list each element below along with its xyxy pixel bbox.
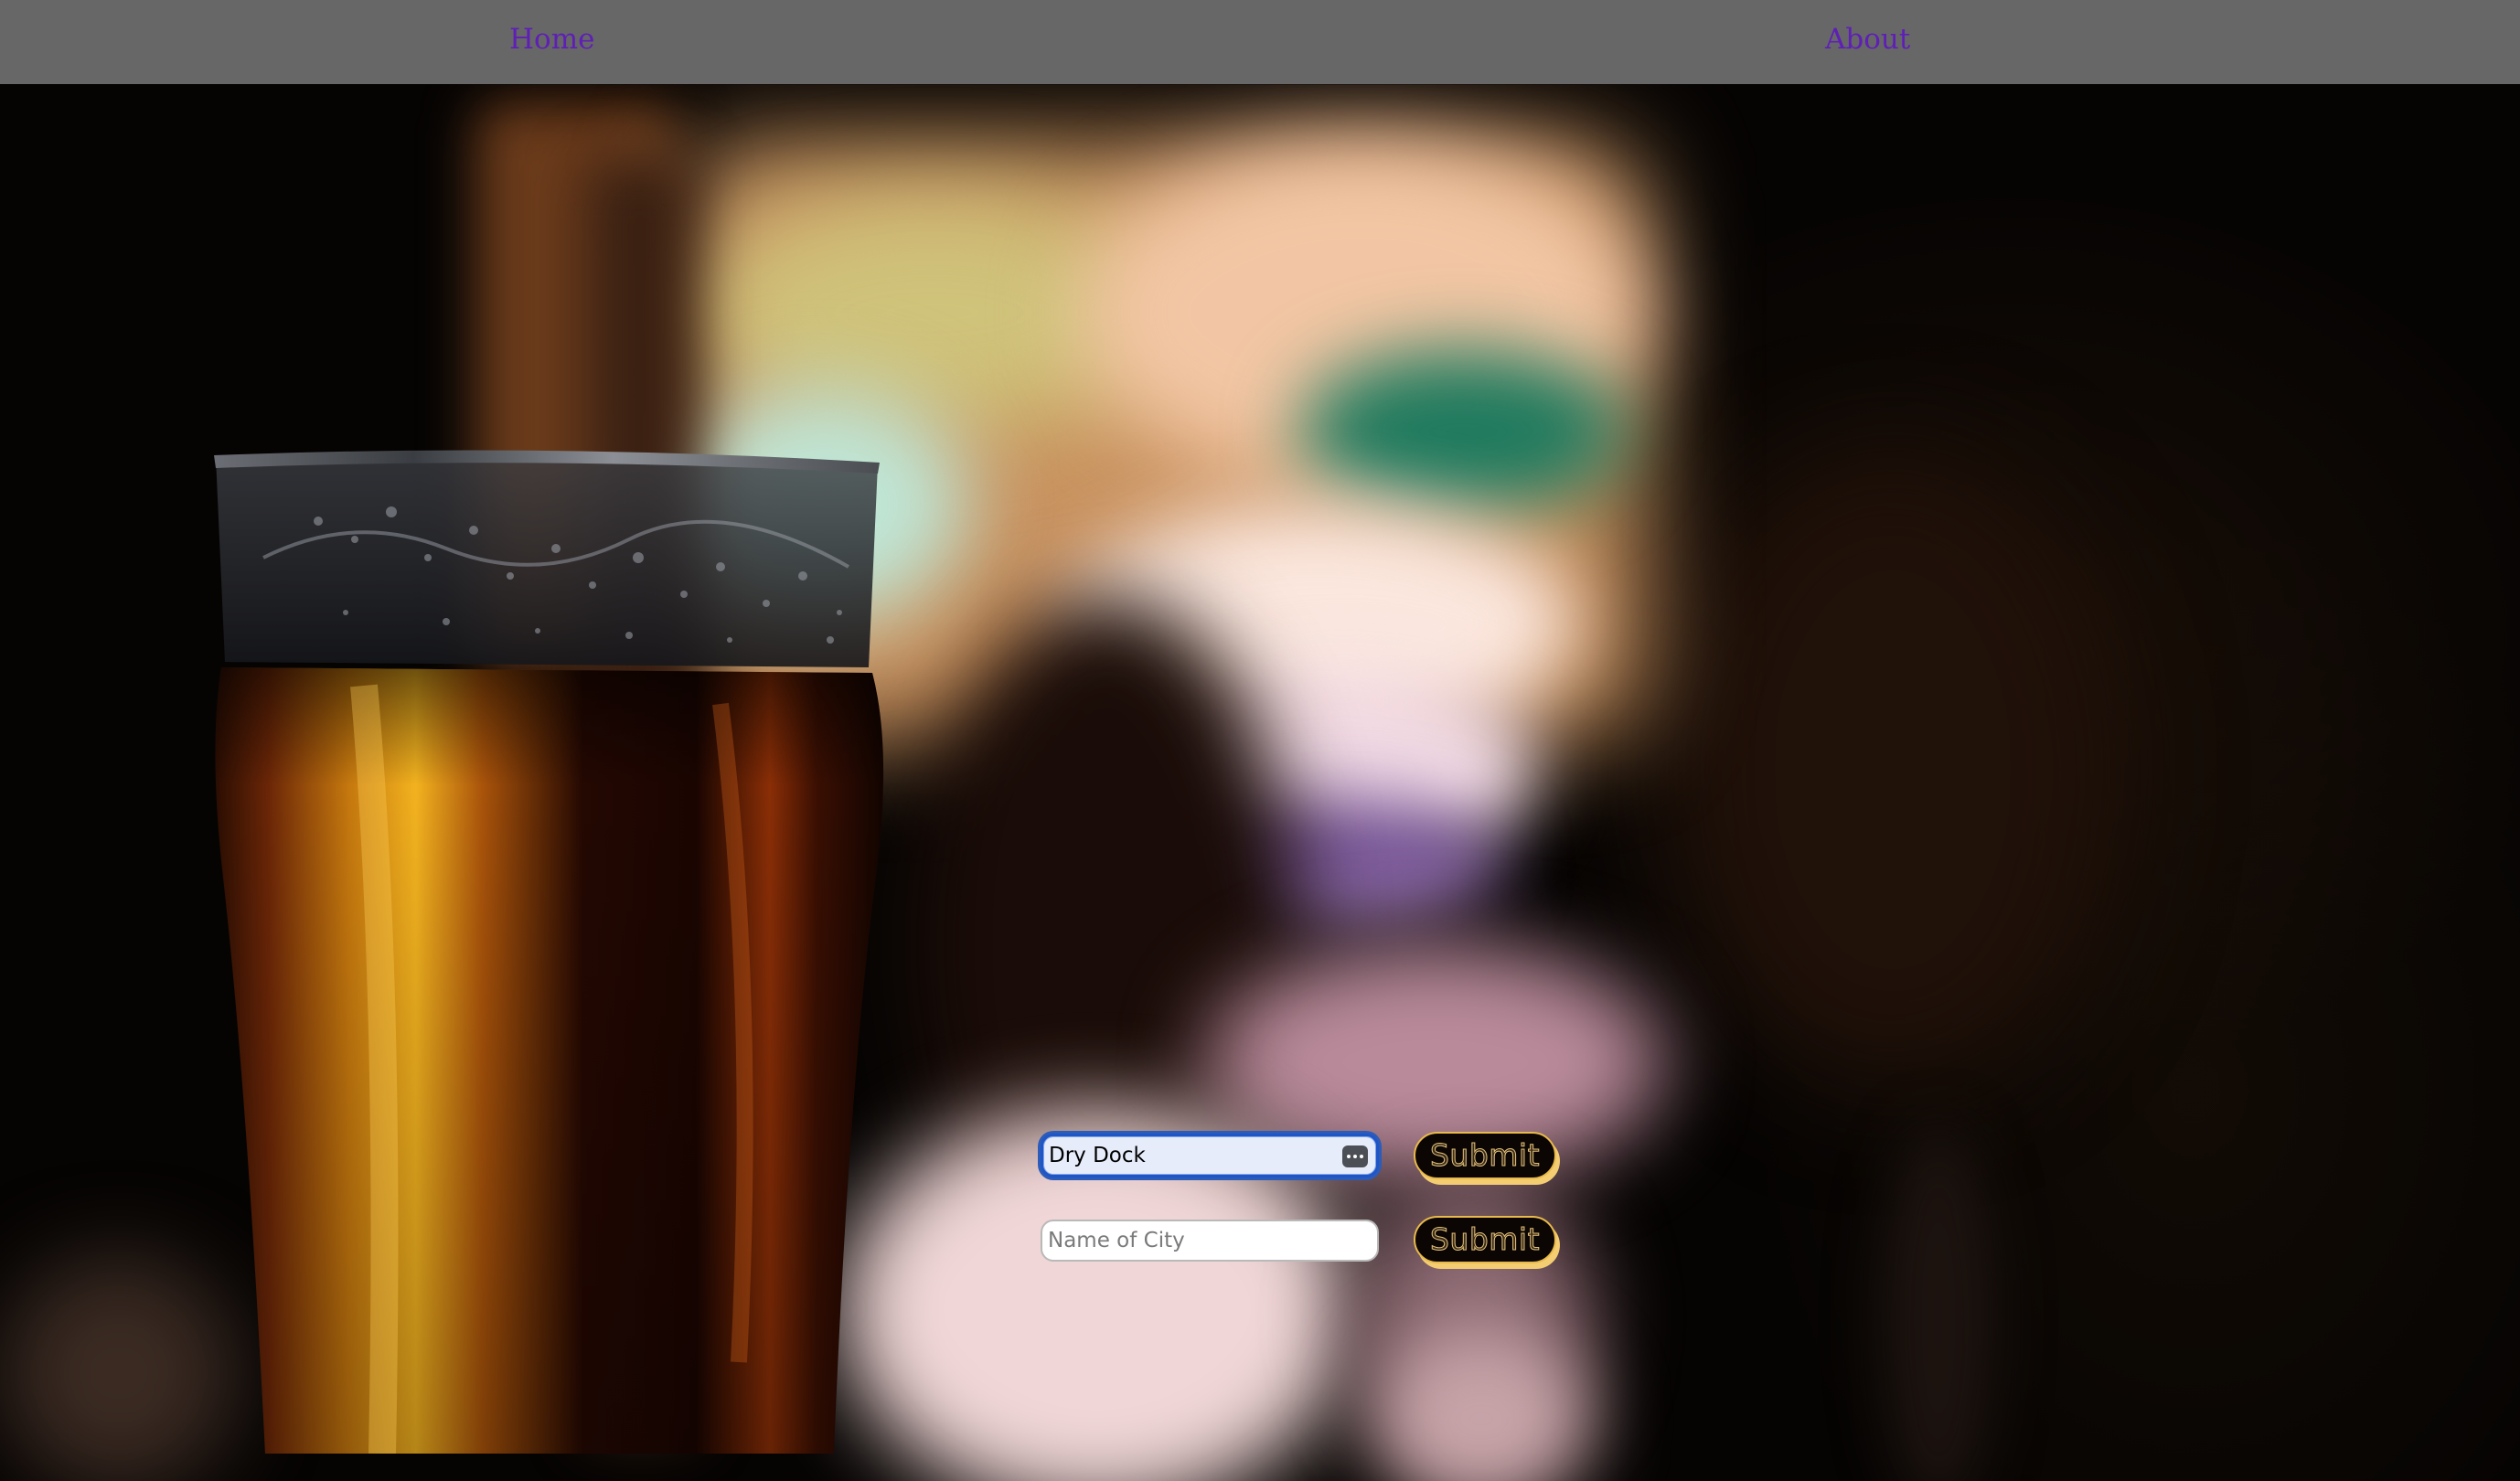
brewery-name-input[interactable] <box>1041 1134 1379 1177</box>
pint-glass-image <box>214 450 884 1454</box>
city-search-form: Submit <box>1041 1216 1562 1271</box>
bokeh-light <box>1298 349 1628 514</box>
bokeh-light <box>0 1254 238 1481</box>
bokeh-shadow <box>1884 1126 1993 1481</box>
autofill-key-icon[interactable] <box>1342 1145 1368 1167</box>
page: Home About Submit Submit <box>0 0 2520 1481</box>
bokeh-light <box>1664 450 2121 1090</box>
nav-link-about[interactable]: About <box>1825 0 1910 79</box>
submit-button[interactable]: Submit <box>1414 1132 1556 1179</box>
top-navigation-bar: Home About <box>0 0 2520 84</box>
city-name-input[interactable] <box>1041 1220 1379 1262</box>
submit-button[interactable]: Submit <box>1414 1216 1556 1263</box>
brewery-search-form: Submit <box>1041 1132 1562 1187</box>
nav-link-home[interactable]: Home <box>509 0 594 79</box>
